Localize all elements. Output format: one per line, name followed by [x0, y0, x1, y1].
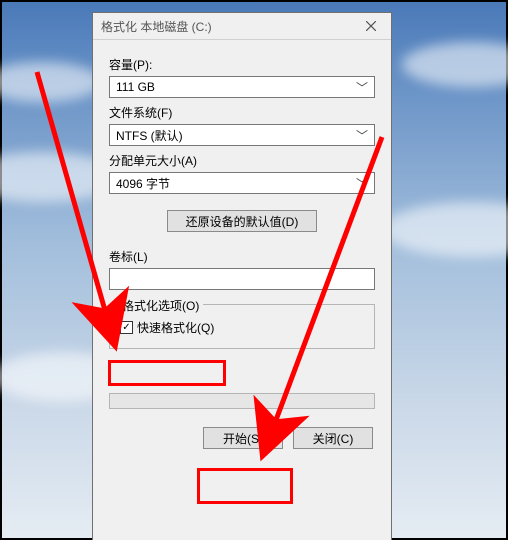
- allocation-select[interactable]: 4096 字节 ﹀: [109, 172, 375, 194]
- close-button-label: 关闭(C): [313, 430, 354, 447]
- filesystem-select[interactable]: NTFS (默认) ﹀: [109, 124, 375, 146]
- quick-format-checkbox[interactable]: ✓: [120, 321, 133, 334]
- window-title: 格式化 本地磁盘 (C:): [101, 18, 351, 35]
- desktop-background: 格式化 本地磁盘 (C:) 容量(P): 111 GB ﹀ 文件系统(F) NT…: [0, 0, 508, 540]
- restore-defaults-button[interactable]: 还原设备的默认值(D): [167, 210, 317, 232]
- window-close-button[interactable]: [351, 13, 391, 39]
- close-icon: [366, 21, 376, 31]
- filesystem-label: 文件系统(F): [109, 104, 375, 121]
- quick-format-label: 快速格式化(Q): [137, 319, 214, 336]
- allocation-label: 分配单元大小(A): [109, 152, 375, 169]
- quick-format-checkbox-row[interactable]: ✓ 快速格式化(Q): [120, 319, 364, 336]
- format-options-group: 格式化选项(O) ✓ 快速格式化(Q): [109, 304, 375, 349]
- capacity-select[interactable]: 111 GB ﹀: [109, 76, 375, 98]
- close-button[interactable]: 关闭(C): [293, 427, 373, 449]
- volume-label-label: 卷标(L): [109, 248, 375, 265]
- progress-bar: [109, 393, 375, 409]
- volume-label-input[interactable]: [109, 268, 375, 290]
- chevron-down-icon: ﹀: [354, 127, 370, 144]
- start-button[interactable]: 开始(S): [203, 427, 283, 449]
- restore-defaults-label: 还原设备的默认值(D): [186, 213, 299, 230]
- chevron-down-icon: ﹀: [354, 175, 370, 192]
- titlebar: 格式化 本地磁盘 (C:): [93, 13, 391, 40]
- format-options-legend: 格式化选项(O): [118, 297, 203, 314]
- capacity-value: 111 GB: [116, 80, 155, 94]
- filesystem-value: NTFS (默认): [116, 127, 183, 144]
- chevron-down-icon: ﹀: [354, 79, 370, 96]
- allocation-value: 4096 字节: [116, 175, 170, 192]
- format-dialog: 格式化 本地磁盘 (C:) 容量(P): 111 GB ﹀ 文件系统(F) NT…: [92, 12, 392, 540]
- client-area: 容量(P): 111 GB ﹀ 文件系统(F) NTFS (默认) ﹀ 分配单元…: [93, 40, 391, 449]
- capacity-label: 容量(P):: [109, 56, 375, 73]
- start-button-label: 开始(S): [223, 430, 263, 447]
- button-row: 开始(S) 关闭(C): [109, 427, 375, 449]
